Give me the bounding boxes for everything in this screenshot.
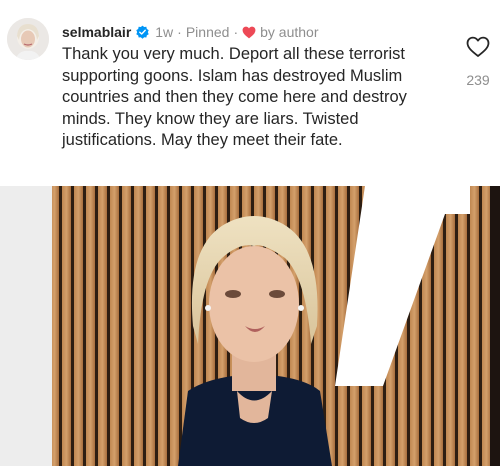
comment-header: selmablair 1w · Pinned · by author <box>62 23 318 41</box>
woman-portrait-image <box>0 186 500 466</box>
comment-time[interactable]: 1w <box>155 23 173 41</box>
like-count[interactable]: 239 <box>458 72 498 88</box>
verified-badge-icon <box>135 25 150 40</box>
pinned-label: Pinned <box>185 24 230 40</box>
comment-body: Thank you very much. Deport all these te… <box>62 45 407 149</box>
username[interactable]: selmablair <box>62 23 131 41</box>
heart-filled-icon <box>242 26 256 39</box>
pinned-comment: selmablair 1w · Pinned · by author Thank… <box>0 0 500 186</box>
separator: · <box>233 24 239 40</box>
separator: · <box>177 24 182 40</box>
avatar[interactable] <box>7 18 49 60</box>
post-photo <box>0 186 500 466</box>
liked-by-author-label: by author <box>260 24 319 40</box>
avatar-image <box>7 18 49 60</box>
heart-outline-icon[interactable] <box>466 36 490 58</box>
